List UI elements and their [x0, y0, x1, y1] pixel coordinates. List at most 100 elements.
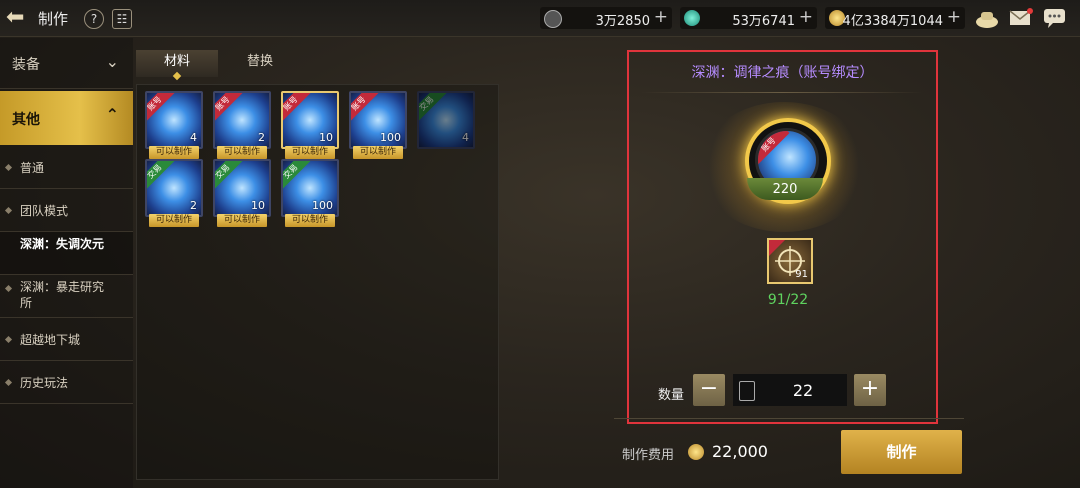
blue-orb-icon: 账号 2 — [213, 91, 271, 149]
result-count: 220 — [772, 182, 798, 197]
menu-item-label: 普通 — [20, 161, 45, 175]
item-count: 2 — [190, 199, 197, 212]
trade-tag: 交易 — [419, 93, 447, 124]
mail-icon[interactable] — [1009, 7, 1033, 29]
blue-orb-icon: 账号 10 — [281, 91, 339, 149]
craftable-tag: 可以制作 — [217, 214, 267, 227]
bullet-icon — [4, 163, 13, 172]
c-coin-icon — [544, 10, 562, 28]
menu-item-beyond[interactable]: 超越地下城 — [0, 318, 133, 361]
bullet-icon — [4, 284, 13, 293]
menu-equip[interactable]: 装备 ⌄ — [0, 38, 133, 89]
gold-coin-icon — [688, 444, 704, 460]
quantity-label: 数量 — [658, 388, 685, 403]
item-count: 100 — [380, 131, 401, 144]
resource-crystal: 53万6741 + — [680, 7, 817, 29]
craftable-tag: 可以制作 — [149, 214, 199, 227]
bound-tag: 账号 — [283, 93, 311, 124]
trade-tag: 交易 — [147, 161, 175, 192]
craftable-tag: 可以制作 — [217, 146, 267, 159]
material-slot[interactable]: 账号 2 可以制作 — [213, 91, 271, 159]
chevron-down-icon: ⌄ — [105, 52, 119, 71]
blue-orb-icon: 账号 4 — [145, 91, 203, 149]
quantity-input[interactable]: 22 — [733, 374, 847, 406]
material-slot[interactable]: 账号 4 可以制作 — [145, 91, 203, 159]
bound-tag: 账号 — [147, 93, 175, 124]
gold-value: 4亿3384万1044 — [842, 14, 943, 29]
material-slot[interactable]: 账号 10 可以制作 — [281, 91, 339, 159]
blue-orb-icon: 交易 2 — [145, 159, 203, 217]
resource-gold: 4亿3384万1044 + — [825, 7, 965, 29]
resource-c-coin: 3万2850 + — [540, 7, 672, 29]
add-c-coin-button[interactable]: + — [654, 7, 668, 27]
menu-item-label: 历史玩法 — [20, 376, 69, 390]
item-count: 10 — [319, 131, 333, 144]
help-icon[interactable]: ? — [84, 9, 104, 29]
item-count: 2 — [258, 131, 265, 144]
top-bar: ⬅ 制作 ? ☷ 3万2850 + 53万6741 + 4亿3384万1044 … — [0, 0, 1080, 37]
menu-item-abyss-dissonance[interactable]: 深渊：失调次元 — [0, 232, 133, 275]
bound-tag: 账号 — [351, 93, 379, 124]
menu-other[interactable]: 其他 ⌃ — [0, 91, 133, 145]
material-slot[interactable]: 账号 100 可以制作 — [349, 91, 407, 159]
material-requirement: 91/22 — [767, 292, 809, 308]
menu-equip-label: 装备 — [12, 57, 40, 73]
item-count: 4 — [462, 131, 469, 144]
trade-tag: 交易 — [215, 161, 243, 192]
chat-icon[interactable] — [1043, 7, 1067, 29]
menu-item-abyss-lab[interactable]: 深渊：暴走研究所 — [0, 275, 133, 318]
material-grid: 账号 4 可以制作 账号 2 可以制作 账号 10 可以制作 账号 100 可以制作 交易 4 交易 2 可以制… — [136, 84, 499, 480]
increase-button[interactable]: + — [854, 374, 886, 406]
footer-divider — [614, 418, 964, 419]
item-count: 100 — [312, 199, 333, 212]
category-menu: 装备 ⌄ 其他 ⌃ 普通 团队模式 深渊：失调次元 深渊：暴走研究所 超越地下城… — [0, 38, 133, 488]
back-arrow-icon[interactable]: ⬅ — [6, 7, 28, 29]
bullet-icon — [4, 206, 13, 215]
blue-orb-icon: 账号 100 — [349, 91, 407, 149]
craftable-tag: 可以制作 — [353, 146, 403, 159]
material-item[interactable]: 91 — [767, 238, 813, 284]
item-count: 10 — [251, 199, 265, 212]
material-slot[interactable]: 交易 100 可以制作 — [281, 159, 339, 227]
make-button[interactable]: 制作 — [841, 430, 962, 474]
crystal-value: 53万6741 — [732, 14, 795, 29]
tab-replace[interactable]: 替换 — [220, 50, 300, 77]
menu-item-history[interactable]: 历史玩法 — [0, 361, 133, 404]
menu-item-label: 超越地下城 — [20, 333, 81, 347]
calendar-icon[interactable]: ☷ — [112, 9, 132, 29]
item-title: 深渊：调律之痕（账号绑定） — [691, 65, 874, 81]
shop-bowl-icon[interactable] — [975, 7, 999, 29]
craftable-tag: 可以制作 — [285, 146, 335, 159]
divider — [641, 92, 923, 93]
quantity-value: 22 — [792, 381, 814, 400]
material-count: 91 — [795, 269, 808, 280]
crystal-icon — [684, 10, 700, 26]
craftable-tag: 可以制作 — [285, 214, 335, 227]
bound-tag: 账号 — [215, 93, 243, 124]
blue-orb-icon: 交易 10 — [213, 159, 271, 217]
material-slot[interactable]: 交易 2 可以制作 — [145, 159, 203, 227]
cost-label: 制作费用 — [622, 448, 675, 463]
c-coin-value: 3万2850 — [595, 14, 650, 29]
blue-orb-icon: 交易 4 — [417, 91, 475, 149]
menu-item-label: 深渊：暴走研究所 — [20, 280, 105, 310]
bullet-icon — [4, 335, 13, 344]
calculator-icon[interactable] — [739, 381, 755, 401]
cost-value: 22,000 — [712, 442, 768, 461]
bullet-icon — [4, 378, 13, 387]
bound-tag: 账号 — [758, 131, 790, 166]
material-slot[interactable]: 交易 10 可以制作 — [213, 159, 271, 227]
menu-item-normal[interactable]: 普通 — [0, 146, 133, 189]
item-count: 4 — [190, 131, 197, 144]
decrease-button[interactable]: − — [693, 374, 725, 406]
add-gold-button[interactable]: + — [947, 7, 961, 27]
menu-item-team[interactable]: 团队模式 — [0, 189, 133, 232]
craft-detail-panel: 深渊：调律之痕（账号绑定） 账号 220 91 91/22 数量 − 22 + — [627, 50, 938, 424]
craftable-tag: 可以制作 — [149, 146, 199, 159]
trade-tag: 交易 — [283, 161, 311, 192]
add-crystal-button[interactable]: + — [799, 7, 813, 27]
blue-orb-icon: 交易 100 — [281, 159, 339, 217]
material-slot[interactable]: 交易 4 — [417, 91, 475, 159]
chevron-up-icon: ⌃ — [105, 105, 119, 124]
menu-other-label: 其他 — [12, 112, 40, 128]
